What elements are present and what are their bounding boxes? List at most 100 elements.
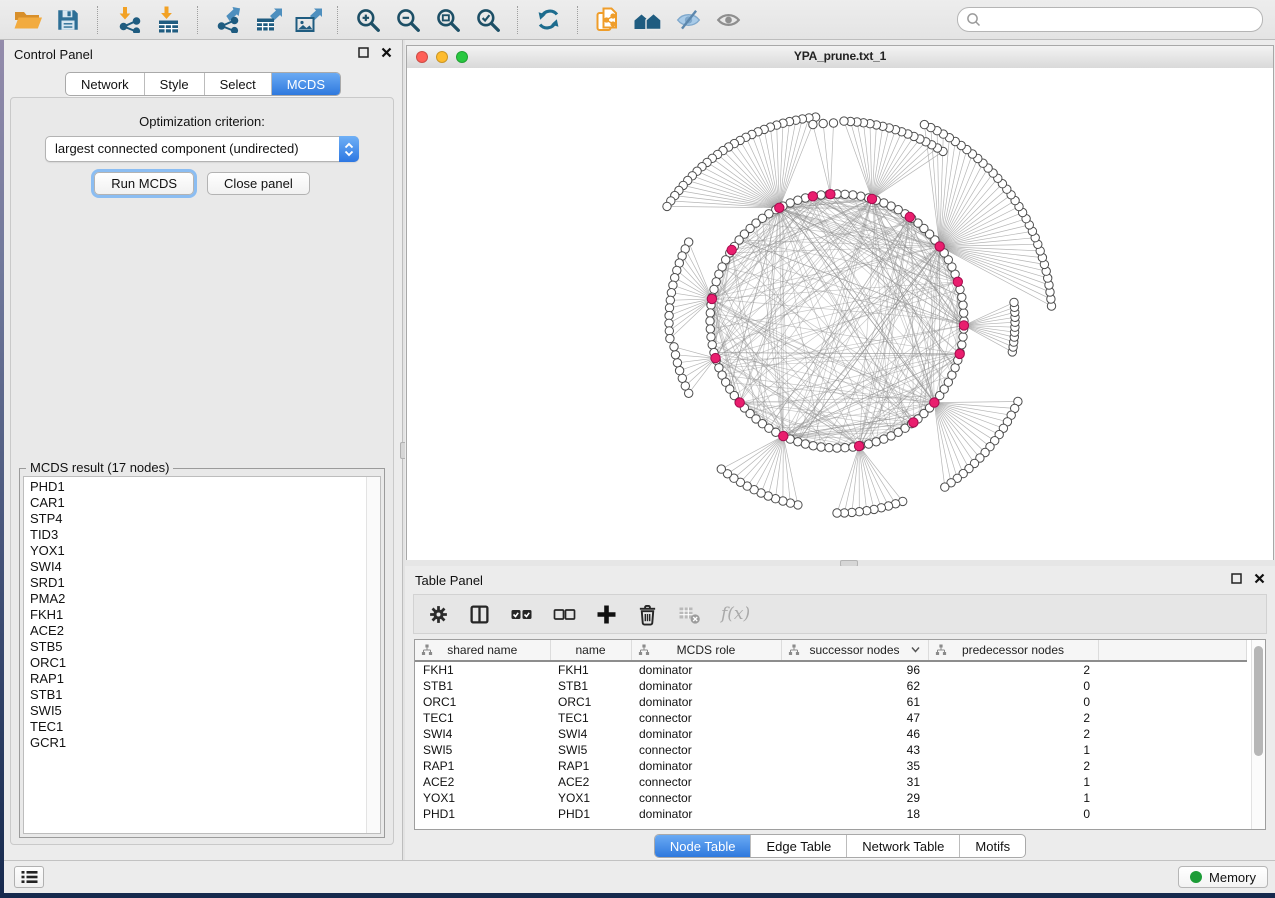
run-mcds-button[interactable]: Run MCDS	[94, 172, 194, 195]
table-row[interactable]: RAP1 RAP1 dominator 35 2	[415, 758, 1246, 774]
deselect-all-button[interactable]	[553, 604, 576, 625]
control-panel-tab[interactable]: Select	[205, 73, 272, 95]
column-header[interactable]: successor nodes	[781, 640, 928, 661]
refresh-button[interactable]	[531, 4, 565, 36]
table-tab[interactable]: Motifs	[960, 835, 1025, 857]
table-row[interactable]: SWI4 SWI4 dominator 46 2	[415, 726, 1246, 742]
table-row[interactable]: ACE2 ACE2 connector 31 1	[415, 774, 1246, 790]
mcds-result-item[interactable]: PMA2	[30, 591, 380, 607]
cell-mcds-role: dominator	[631, 694, 781, 710]
mcds-result-item[interactable]: SWI5	[30, 703, 380, 719]
mcds-result-item[interactable]: SWI4	[30, 559, 380, 575]
export-table-button[interactable]	[251, 4, 285, 36]
delete-column-button[interactable]	[678, 603, 701, 625]
mcds-result-item[interactable]: TID3	[30, 527, 380, 543]
table-row[interactable]: PHD1 PHD1 dominator 18 0	[415, 806, 1246, 822]
search-input[interactable]	[987, 11, 1254, 28]
add-column-button[interactable]	[596, 604, 617, 625]
cell-filler	[1098, 742, 1246, 758]
close-panel-button[interactable]: Close panel	[207, 172, 310, 195]
close-panel-icon[interactable]	[1254, 573, 1265, 584]
delete-selected-button[interactable]	[637, 603, 658, 626]
table-tab[interactable]: Network Table	[847, 835, 960, 857]
trash-icon	[637, 603, 658, 626]
cell-successor-nodes: 29	[781, 790, 928, 806]
first-neighbors-button[interactable]	[631, 4, 665, 36]
zoom-selected-button[interactable]	[471, 4, 505, 36]
column-header[interactable]: shared name	[415, 640, 550, 661]
save-session-button[interactable]	[51, 4, 85, 36]
column-header[interactable]: MCDS role	[631, 640, 781, 661]
mcds-result-item[interactable]: STP4	[30, 511, 380, 527]
table-tab[interactable]: Node Table	[655, 835, 752, 857]
mcds-result-item[interactable]: STB5	[30, 639, 380, 655]
mcds-result-item[interactable]: ORC1	[30, 655, 380, 671]
float-panel-icon[interactable]	[1231, 573, 1242, 584]
table-scrollbar-thumb[interactable]	[1254, 646, 1263, 756]
table-row[interactable]: ORC1 ORC1 dominator 61 0	[415, 694, 1246, 710]
cell-successor-nodes: 61	[781, 694, 928, 710]
mcds-result-item[interactable]: YOX1	[30, 543, 380, 559]
zoom-out-button[interactable]	[391, 4, 425, 36]
cell-predecessor-nodes: 1	[928, 742, 1098, 758]
open-session-button[interactable]	[11, 4, 45, 36]
mcds-result-item[interactable]: SRD1	[30, 575, 380, 591]
zoom-in-button[interactable]	[351, 4, 385, 36]
cell-name: PHD1	[550, 806, 631, 822]
duplicate-network-button[interactable]	[591, 4, 625, 36]
column-header[interactable]: name	[550, 640, 631, 661]
zoom-fit-button[interactable]	[431, 4, 465, 36]
import-network-button[interactable]	[111, 4, 145, 36]
control-panel-tab[interactable]: Style	[145, 73, 205, 95]
mcds-result-item[interactable]: CAR1	[30, 495, 380, 511]
cell-predecessor-nodes: 0	[928, 694, 1098, 710]
mcds-result-item[interactable]: STB1	[30, 687, 380, 703]
memory-button[interactable]: Memory	[1178, 866, 1268, 888]
table-row[interactable]: YOX1 YOX1 connector 29 1	[415, 790, 1246, 806]
column-type-icon	[638, 644, 650, 656]
search-field[interactable]	[957, 7, 1263, 32]
network-canvas[interactable]	[407, 68, 1273, 561]
cell-name: YOX1	[550, 790, 631, 806]
select-all-button[interactable]	[510, 604, 533, 625]
mcds-result-item[interactable]: ACE2	[30, 623, 380, 639]
column-header[interactable]: predecessor nodes	[928, 640, 1098, 661]
table-settings-button[interactable]	[428, 604, 449, 625]
export-network-button[interactable]	[211, 4, 245, 36]
gear-icon	[428, 604, 449, 625]
cell-predecessor-nodes: 2	[928, 710, 1098, 726]
panel-menu-button[interactable]	[14, 866, 44, 888]
mcds-result-item[interactable]: RAP1	[30, 671, 380, 687]
table-scrollbar[interactable]	[1251, 640, 1265, 829]
control-panel-tab[interactable]: MCDS	[272, 73, 340, 95]
table-panel: Table Panel	[405, 566, 1275, 861]
cell-mcds-role: connector	[631, 774, 781, 790]
cell-successor-nodes: 35	[781, 758, 928, 774]
import-table-button[interactable]	[151, 4, 185, 36]
mcds-result-item[interactable]: PHD1	[30, 479, 380, 495]
show-columns-button[interactable]	[469, 604, 490, 625]
mcds-result-item[interactable]: GCR1	[30, 735, 380, 751]
eye-icon	[715, 7, 742, 33]
mcds-result-item[interactable]: FKH1	[30, 607, 380, 623]
delete-column-icon	[678, 603, 701, 625]
table-row[interactable]: SWI5 SWI5 connector 43 1	[415, 742, 1246, 758]
close-panel-icon[interactable]	[381, 47, 392, 58]
table-row[interactable]: STB1 STB1 dominator 62 0	[415, 678, 1246, 694]
control-panel-tab[interactable]: Network	[66, 73, 145, 95]
first-neighbors-icon	[633, 7, 663, 33]
mcds-list-scrollbar[interactable]	[366, 477, 380, 833]
show-all-button[interactable]	[711, 4, 745, 36]
criterion-dropdown[interactable]: largest connected component (undirected)	[45, 136, 359, 162]
hide-selected-button[interactable]	[671, 4, 705, 36]
cell-filler	[1098, 790, 1246, 806]
table-tab[interactable]: Edge Table	[751, 835, 847, 857]
column-header[interactable]	[1098, 640, 1246, 661]
function-builder-button[interactable]: f(x)	[721, 604, 750, 624]
table-tabs: Node Table Edge Table Network Table Moti…	[405, 834, 1275, 858]
table-row[interactable]: TEC1 TEC1 connector 47 2	[415, 710, 1246, 726]
table-row[interactable]: FKH1 FKH1 dominator 96 2	[415, 661, 1246, 678]
float-panel-icon[interactable]	[358, 47, 369, 58]
mcds-result-item[interactable]: TEC1	[30, 719, 380, 735]
export-image-button[interactable]	[291, 4, 325, 36]
